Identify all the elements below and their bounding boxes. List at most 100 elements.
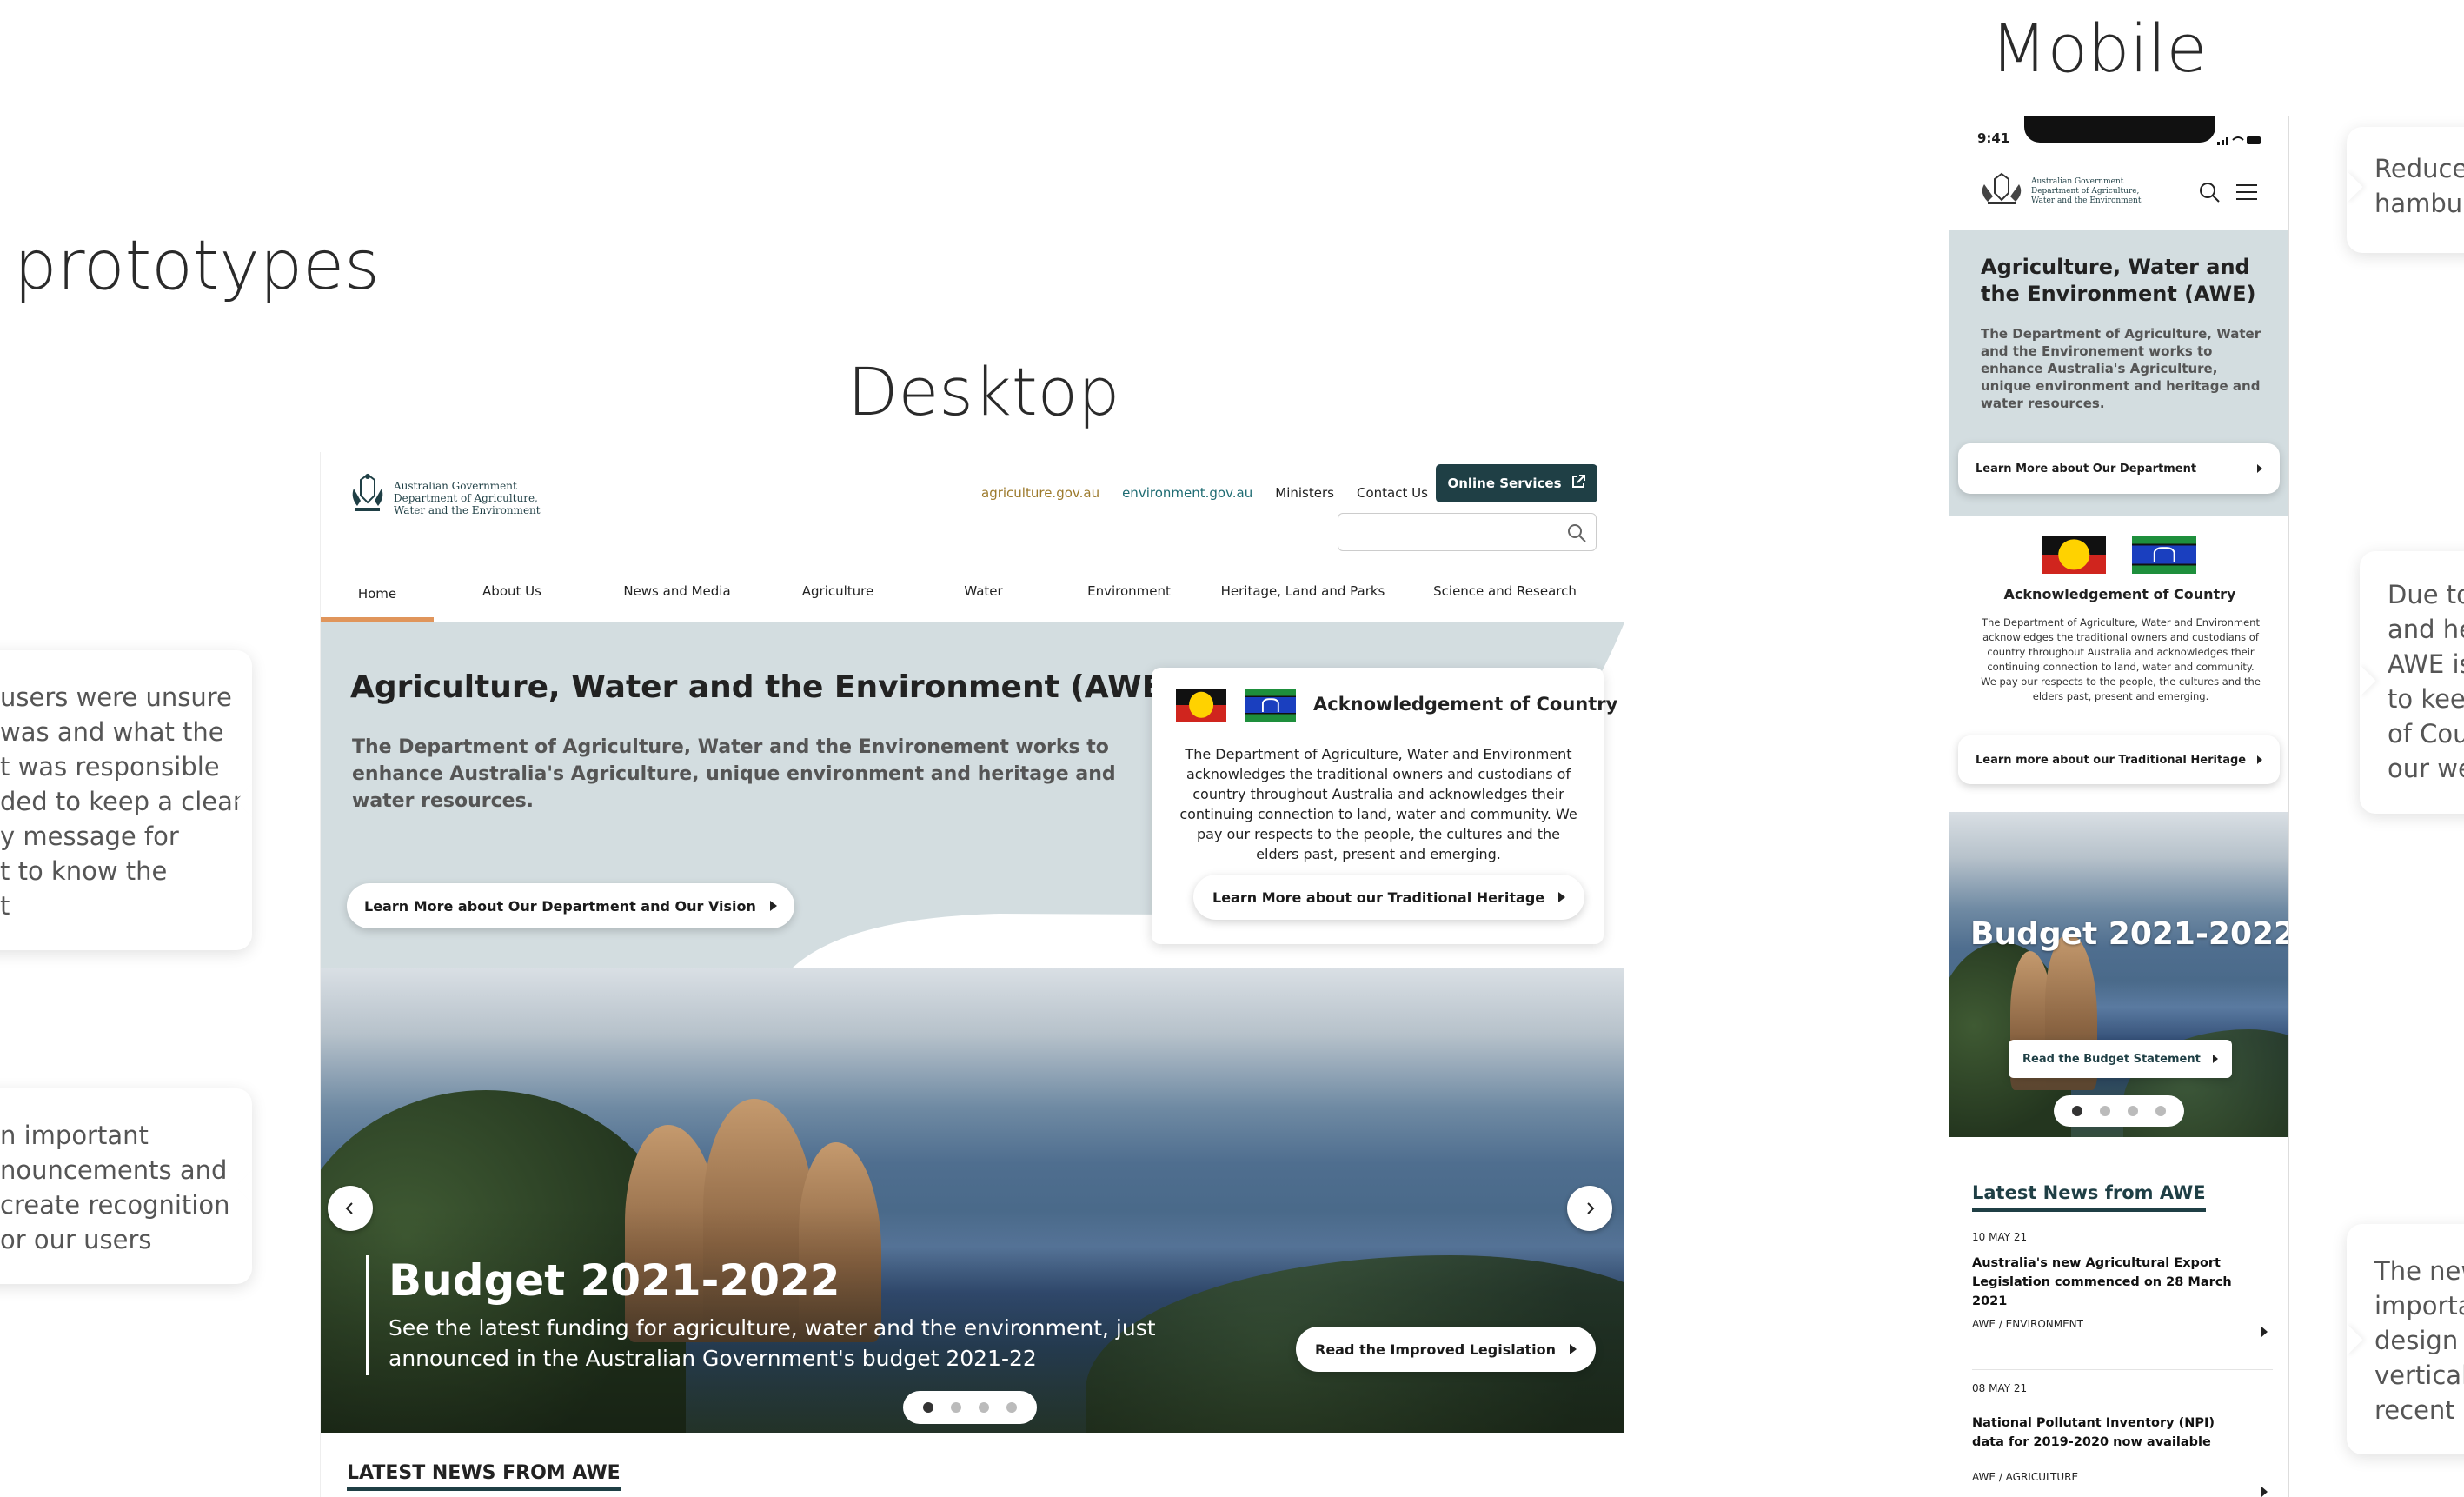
search-icon[interactable] xyxy=(1566,522,1587,547)
carousel-title: Budget 2021-2022 xyxy=(389,1255,840,1306)
read-budget-statement-button[interactable]: Read the Budget Statement xyxy=(2009,1040,2232,1078)
link-agriculture-gov[interactable]: agriculture.gov.au xyxy=(981,485,1099,501)
external-link-icon xyxy=(1571,474,1586,493)
carousel-next-button[interactable] xyxy=(1567,1186,1612,1231)
button-label: Learn More about Our Department xyxy=(1976,462,2197,476)
torres-strait-flag-icon xyxy=(2132,536,2196,574)
nav-home[interactable]: Home xyxy=(321,565,434,622)
chevron-right-icon xyxy=(2212,1055,2218,1063)
carousel-dot[interactable] xyxy=(923,1402,933,1413)
chevron-right-icon xyxy=(769,901,777,911)
acknowledgement-body: The Department of Agriculture, Water and… xyxy=(1179,746,1577,862)
mobile-logo[interactable]: Australian Government Department of Agri… xyxy=(1977,170,2168,212)
acknowledgement-body: The Department of Agriculture, Water and… xyxy=(1981,616,2261,702)
news-tag: AWE / AGRICULTURE xyxy=(1972,1471,2079,1483)
hamburger-menu-icon[interactable] xyxy=(2235,183,2259,205)
coat-of-arms-icon xyxy=(1977,170,2026,210)
link-contact-us[interactable]: Contact Us xyxy=(1357,485,1428,501)
read-legislation-button[interactable]: Read the Improved Legislation xyxy=(1296,1327,1597,1372)
callout-line: n important xyxy=(0,1121,149,1150)
mobile-prototype: 9:41 Australian Government Department of… xyxy=(1949,116,2289,1497)
carousel-accent-bar xyxy=(366,1255,369,1375)
acknowledgement-title: Acknowledgement of Country xyxy=(1313,694,1618,715)
online-services-label: Online Services xyxy=(1447,476,1562,491)
mobile-hero-section: Agriculture, Water and the Environment (… xyxy=(1949,230,2288,516)
online-services-button[interactable]: Online Services xyxy=(1436,464,1597,502)
hero-description: The Department of Agriculture, Water and… xyxy=(1981,326,2261,411)
aboriginal-flag-icon xyxy=(2042,536,2106,574)
budget-carousel: Budget 2021-2022 See the latest funding … xyxy=(321,968,1624,1433)
callout-line: of Cou xyxy=(2388,719,2464,748)
carousel-dot[interactable] xyxy=(1006,1402,1017,1413)
carousel-dot[interactable] xyxy=(2100,1106,2110,1116)
learn-more-department-button[interactable]: Learn More about Our Department xyxy=(1958,443,2280,494)
button-label: Learn More about Our Department and Our … xyxy=(364,897,756,915)
carousel-dot[interactable] xyxy=(2155,1106,2166,1116)
carousel-dot[interactable] xyxy=(979,1402,989,1413)
link-ministers[interactable]: Ministers xyxy=(1275,485,1334,501)
carousel-dot[interactable] xyxy=(951,1402,961,1413)
callout-right-3: The new importa design a vertical recent… xyxy=(2347,1224,2464,1454)
callout-line: t xyxy=(0,891,10,921)
callout-line: ded to keep a clear xyxy=(0,787,243,816)
callout-line: Due to xyxy=(2388,580,2464,609)
news-item[interactable]: 08 MAY 21 National Pollutant Inventory (… xyxy=(1972,1382,2273,1497)
chevron-right-icon xyxy=(1558,892,1566,902)
phone-notch xyxy=(2024,116,2215,143)
logo-line: Australian Government xyxy=(2031,177,2124,186)
button-label: Learn More about our Traditional Heritag… xyxy=(1212,888,1545,906)
learn-more-heritage-button[interactable]: Learn more about our Traditional Heritag… xyxy=(1958,735,2280,784)
coat-of-arms-icon xyxy=(349,471,387,516)
nav-news-and-media[interactable]: News and Media xyxy=(590,565,764,617)
callout-line: to kee xyxy=(2388,684,2464,714)
chevron-right-icon xyxy=(2257,755,2262,764)
carousel-dot[interactable] xyxy=(2128,1106,2138,1116)
nav-science-and-research[interactable]: Science and Research xyxy=(1403,565,1607,617)
nav-about-us[interactable]: About Us xyxy=(434,565,590,617)
button-label: Read the Improved Legislation xyxy=(1315,1341,1557,1358)
latest-news-heading: LATEST NEWS FROM AWE xyxy=(347,1462,621,1491)
news-date: 08 MAY 21 xyxy=(1972,1382,2028,1394)
news-date: 10 MAY 21 xyxy=(1972,1231,2028,1243)
callout-line: recent a xyxy=(2374,1395,2464,1425)
carousel-title: Budget 2021-2022 xyxy=(1970,916,2289,952)
gov-logo[interactable]: Australian Government Department of Agri… xyxy=(349,471,557,523)
callout-line: users were unsure xyxy=(0,682,232,712)
news-title[interactable]: National Pollutant Inventory (NPI) data … xyxy=(1972,1414,2247,1452)
torres-strait-flag-icon xyxy=(1245,689,1296,722)
news-item[interactable]: 10 MAY 21 Australia's new Agricultural E… xyxy=(1972,1231,2273,1370)
news-tag: AWE / ENVIRONMENT xyxy=(1972,1318,2083,1330)
hero-title: Agriculture, Water and the Environment (… xyxy=(1981,255,2256,306)
nav-environment[interactable]: Environment xyxy=(1055,565,1203,617)
carousel-prev-button[interactable] xyxy=(328,1186,373,1231)
search-icon[interactable] xyxy=(2198,181,2221,207)
desktop-prototype: Australian Government Department of Agri… xyxy=(320,452,1624,1497)
chevron-right-icon xyxy=(2257,464,2262,473)
link-environment-gov[interactable]: environment.gov.au xyxy=(1122,485,1252,501)
main-nav: Home About Us News and Media Agriculture… xyxy=(321,565,1624,622)
nav-water[interactable]: Water xyxy=(912,565,1055,617)
callout-line: our we xyxy=(2388,754,2464,783)
callout-line: was and what the xyxy=(0,717,224,747)
search-input[interactable] xyxy=(1347,521,1556,543)
latest-news-heading: Latest News from AWE xyxy=(1972,1182,2206,1212)
nav-agriculture[interactable]: Agriculture xyxy=(764,565,912,617)
desktop-heading: Desktop xyxy=(847,353,1120,430)
callout-line: vertical xyxy=(2374,1361,2464,1390)
callout-line: Reduce xyxy=(2374,154,2464,183)
news-title[interactable]: Australia's new Agricultural Export Legi… xyxy=(1972,1254,2247,1311)
callout-line: importa xyxy=(2374,1291,2464,1321)
nav-heritage-land-parks[interactable]: Heritage, Land and Parks xyxy=(1203,565,1403,617)
learn-more-department-button[interactable]: Learn More about Our Department and Our … xyxy=(347,883,794,928)
callout-line: nouncements and xyxy=(0,1155,228,1185)
logo-line: Water and the Environment xyxy=(2031,196,2142,205)
learn-more-heritage-button[interactable]: Learn More about our Traditional Heritag… xyxy=(1193,875,1585,920)
callout-line: y message for xyxy=(0,822,179,851)
carousel-subtitle: See the latest funding for agriculture, … xyxy=(389,1315,1156,1371)
signal-icon xyxy=(2217,132,2262,149)
status-time: 9:41 xyxy=(1977,130,2010,146)
callout-line: AWE is xyxy=(2388,649,2464,679)
search-box[interactable] xyxy=(1338,513,1597,551)
button-label: Learn more about our Traditional Heritag… xyxy=(1976,753,2247,767)
carousel-dot[interactable] xyxy=(2072,1106,2082,1116)
